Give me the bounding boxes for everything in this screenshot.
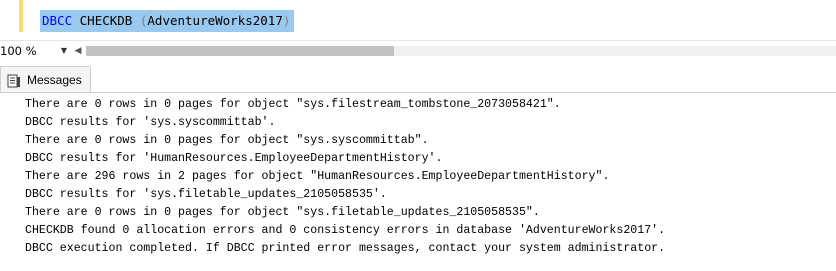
scrollbar-thumb[interactable] [86, 46, 394, 56]
message-line: There are 0 rows in 0 pages for object "… [25, 98, 561, 111]
message-line: DBCC results for 'HumanResources.Employe… [25, 152, 443, 165]
results-tabs: Messages [0, 62, 836, 93]
messages-pane[interactable]: There are 0 rows in 0 pages for object "… [0, 92, 836, 271]
message-line: DBCC results for 'sys.filetable_updates_… [25, 188, 387, 201]
message-line: There are 296 rows in 2 pages for object… [25, 170, 610, 183]
message-line: There are 0 rows in 0 pages for object "… [25, 134, 429, 147]
keyword-checkdb: CHECKDB [79, 13, 133, 28]
tab-messages[interactable]: Messages [0, 66, 91, 93]
zoom-level[interactable]: 100 % [0, 43, 37, 59]
tab-messages-label: Messages [27, 73, 82, 87]
message-line: CHECKDB found 0 allocation errors and 0 … [25, 224, 666, 237]
chevron-down-icon[interactable]: ▼ [58, 43, 70, 59]
message-line: DBCC results for 'sys.syscommittab'. [25, 116, 276, 129]
close-paren: ) [282, 13, 291, 28]
change-marker [19, 0, 23, 32]
database-argument: AdventureWorks2017 [147, 13, 283, 28]
message-line: There are 0 rows in 0 pages for object "… [25, 206, 540, 219]
selected-code-line[interactable]: DBCC CHECKDB (AdventureWorks2017) [40, 10, 295, 32]
keyword-dbcc: DBCC [42, 13, 73, 28]
query-editor[interactable]: DBCC CHECKDB (AdventureWorks2017) [0, 0, 836, 40]
chevron-left-icon[interactable]: ◀ [73, 44, 83, 58]
editor-statusbar: 100 % ▼ ◀ [0, 40, 836, 61]
messages-icon [7, 73, 21, 88]
horizontal-scrollbar[interactable] [86, 46, 836, 56]
message-line: DBCC execution completed. If DBCC printe… [25, 242, 666, 255]
